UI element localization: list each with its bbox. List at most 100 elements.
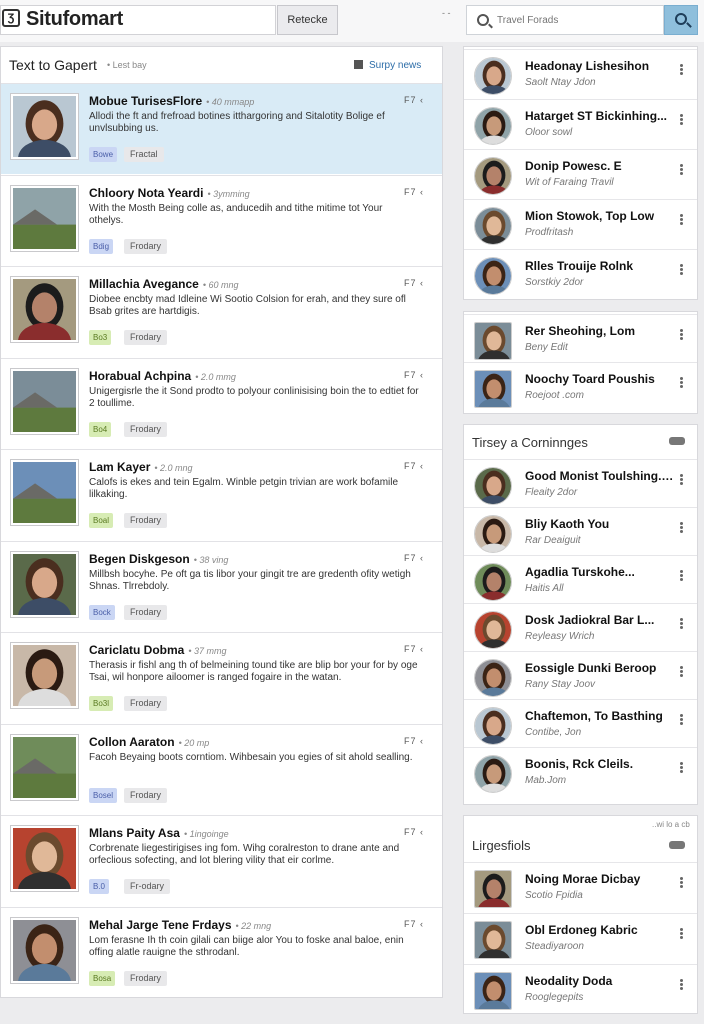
- contact-avatar[interactable]: [474, 972, 512, 1010]
- contact-avatar[interactable]: [474, 921, 512, 959]
- contact-avatar[interactable]: [474, 707, 512, 745]
- post-actions-icon[interactable]: F7 ‹: [404, 919, 424, 929]
- contact-name[interactable]: Rer Sheohing, Lom: [525, 324, 675, 338]
- contact-row[interactable]: Hatarget ST Bickinhing... Oloor sowl: [464, 99, 697, 149]
- more-options-icon[interactable]: [680, 714, 683, 726]
- post-author-name[interactable]: Begen Diskgeson: [89, 552, 190, 566]
- post-item[interactable]: Mehal Jarge Tene Frdays • 22 mng Lom feras…: [1, 906, 442, 998]
- more-options-icon[interactable]: [680, 377, 683, 389]
- post-author[interactable]: Lam Kayer • 2.0 mng: [89, 460, 193, 474]
- post-actions-icon[interactable]: F7 ‹: [404, 187, 424, 197]
- contact-name[interactable]: Obl Erdoneg Kabric: [525, 923, 675, 937]
- post-author-name[interactable]: Collon Aaraton: [89, 735, 175, 749]
- post-item[interactable]: Cariclatu Dobma • 37 mmg Therasis ir fishl…: [1, 632, 442, 723]
- post-tag[interactable]: Bo4: [89, 421, 112, 437]
- post-avatar[interactable]: [10, 184, 79, 252]
- contact-avatar[interactable]: [474, 467, 512, 505]
- more-options-icon[interactable]: [680, 264, 683, 276]
- more-options-icon[interactable]: [680, 570, 683, 582]
- post-tag[interactable]: Bowe: [89, 147, 118, 162]
- contact-row[interactable]: Donip Powesc. E Wit of Faraing Travil: [464, 149, 697, 199]
- post-item[interactable]: Mobue TurisesFlore • 40 mmapp Allodi the f…: [1, 83, 442, 174]
- post-author-name[interactable]: Mehal Jarge Tene Frdays: [89, 918, 232, 932]
- post-tag[interactable]: Bosel: [89, 787, 118, 803]
- post-actions-icon[interactable]: F7 ‹: [404, 736, 424, 746]
- right-search-button[interactable]: [664, 5, 698, 35]
- post-actions-icon[interactable]: F7 ‹: [404, 553, 424, 563]
- post-actions-icon[interactable]: F7 ‹: [404, 278, 424, 288]
- post-item[interactable]: Horabual Achpina • 2.0 mmg Unigergisrle th…: [1, 357, 442, 449]
- post-category[interactable]: Frodary: [124, 238, 168, 254]
- more-options-icon[interactable]: [680, 164, 683, 176]
- post-author[interactable]: Begen Diskgeson • 38 ving: [89, 552, 228, 566]
- contact-name[interactable]: Headonay Lishesihon: [525, 59, 675, 73]
- contact-name[interactable]: Noing Morae Dicbay: [525, 872, 675, 886]
- post-actions-icon[interactable]: F7 ‹: [404, 644, 424, 654]
- post-avatar[interactable]: [10, 733, 79, 801]
- contact-name[interactable]: Hatarget ST Bickinhing...: [525, 109, 675, 123]
- post-author-name[interactable]: Lam Kayer: [89, 460, 150, 474]
- post-item[interactable]: Lam Kayer • 2.0 mng Calofs is ekes and tei…: [1, 449, 442, 540]
- contact-name[interactable]: Donip Powesc. E: [525, 159, 675, 173]
- contact-name[interactable]: Noochy Toard Poushis: [525, 372, 675, 386]
- post-actions-icon[interactable]: F7 ‹: [404, 461, 424, 471]
- contact-avatar[interactable]: [474, 157, 512, 195]
- contact-row[interactable]: Chaftemon, To Basthing Contibe, Jon: [464, 699, 697, 749]
- contact-avatar[interactable]: [474, 322, 512, 360]
- post-item[interactable]: Mlans Paity Asa • 1ingoinge Corbrenate lie…: [1, 815, 442, 906]
- more-options-icon[interactable]: [680, 64, 683, 76]
- post-author-name[interactable]: Millachia Avegance: [89, 277, 199, 291]
- contact-row[interactable]: Good Monist Toulshing... Morna Teava Flea…: [464, 459, 697, 509]
- post-author-name[interactable]: Cariclatu Dobma: [89, 643, 184, 657]
- more-options-icon[interactable]: [680, 522, 683, 534]
- contact-row[interactable]: Rer Sheohing, Lom Beny Edit: [464, 314, 697, 364]
- contact-row[interactable]: Noochy Toard Poushis Roejoot .com: [464, 362, 697, 412]
- contact-avatar[interactable]: [474, 370, 512, 408]
- post-author-name[interactable]: Mobue TurisesFlore: [89, 94, 202, 108]
- post-avatar[interactable]: [10, 93, 79, 160]
- contact-avatar[interactable]: [474, 207, 512, 245]
- post-author[interactable]: Horabual Achpina • 2.0 mmg: [89, 369, 236, 383]
- post-tag[interactable]: Bosa: [89, 970, 116, 986]
- post-avatar[interactable]: [10, 825, 79, 892]
- post-tag[interactable]: Bo3l: [89, 696, 114, 711]
- post-category[interactable]: Frodary: [124, 421, 168, 437]
- contact-row[interactable]: Dosk Jadiokral Bar L... Reyleasy Wrich: [464, 603, 697, 653]
- more-options-icon[interactable]: [680, 474, 683, 486]
- post-author[interactable]: Mehal Jarge Tene Frdays • 22 mng: [89, 918, 271, 932]
- more-options-icon[interactable]: [680, 877, 683, 889]
- post-category[interactable]: Frodary: [124, 604, 168, 620]
- contact-avatar[interactable]: [474, 563, 512, 601]
- contact-row[interactable]: Agadlia Turskohe... Haitis All: [464, 555, 697, 605]
- contact-row[interactable]: Bliy Kaoth You Rar Deaiguit: [464, 507, 697, 557]
- post-actions-icon[interactable]: F7 ‹: [404, 370, 424, 380]
- contact-avatar[interactable]: [474, 57, 512, 95]
- post-avatar[interactable]: [10, 459, 79, 526]
- post-tag[interactable]: Boal: [89, 513, 114, 528]
- right-search-input[interactable]: [497, 11, 657, 29]
- post-category[interactable]: Frodary: [124, 513, 168, 528]
- contact-row[interactable]: Rlles Trouije Rolnk Sorstkiy 2dor: [464, 249, 697, 299]
- trending-toggle-icon[interactable]: [669, 437, 685, 445]
- post-category[interactable]: Fr-odary: [124, 879, 171, 894]
- post-item[interactable]: Collon Aaraton • 20 mp Facoh Beyaing boots…: [1, 723, 442, 815]
- contact-row[interactable]: Neodality Doda Rooglegepits: [464, 964, 697, 1014]
- lists-toggle-icon[interactable]: [669, 841, 685, 849]
- contact-avatar[interactable]: [474, 870, 512, 908]
- post-avatar[interactable]: [10, 550, 79, 618]
- post-category[interactable]: Frodary: [124, 970, 168, 986]
- feed-link[interactable]: Surpy news: [354, 60, 421, 71]
- post-item[interactable]: Millachia Avegance • 60 mng Diobee encbty …: [1, 266, 442, 357]
- more-options-icon[interactable]: [680, 928, 683, 940]
- more-options-icon[interactable]: [680, 979, 683, 991]
- contact-name[interactable]: Neodality Doda: [525, 974, 675, 988]
- post-tag[interactable]: Bock: [89, 604, 115, 620]
- post-actions-icon[interactable]: F7 ‹: [404, 827, 424, 837]
- contact-name[interactable]: Mion Stowok, Top Low: [525, 209, 675, 223]
- post-avatar[interactable]: [10, 276, 79, 343]
- contact-row[interactable]: Boonis, Rck Cleils. Mab.Jom: [464, 747, 697, 797]
- top-search-button[interactable]: Retecke: [277, 5, 338, 35]
- post-tag[interactable]: B.0: [89, 879, 110, 894]
- post-avatar[interactable]: [10, 367, 79, 435]
- post-avatar[interactable]: [10, 916, 79, 984]
